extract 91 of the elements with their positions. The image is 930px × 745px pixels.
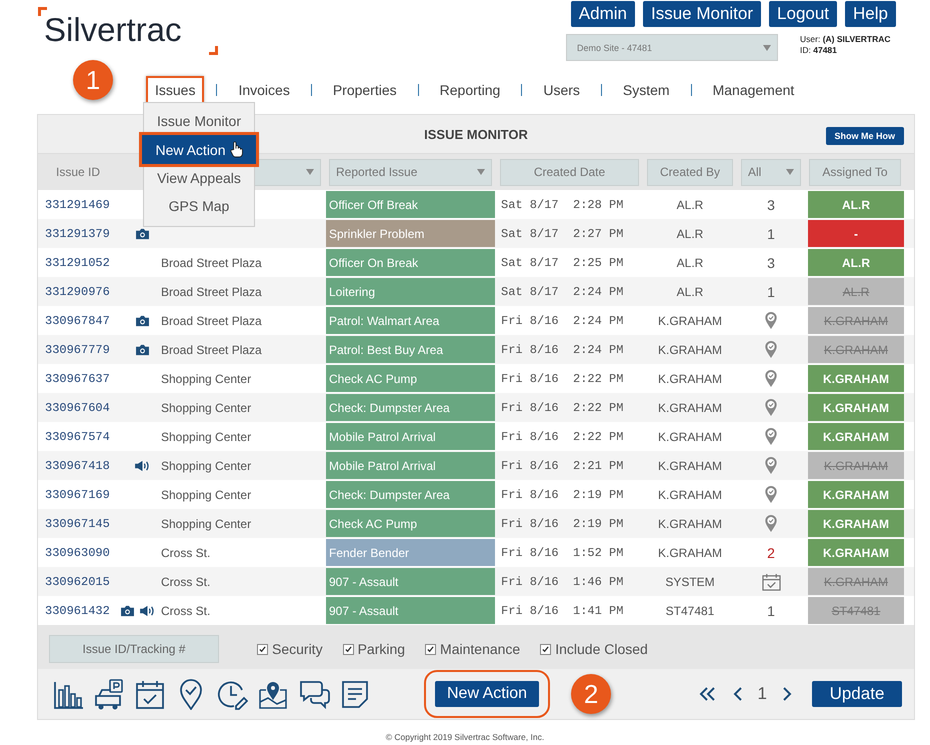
assignee-label: K.GRAHAM [808, 539, 904, 566]
created-by: K.GRAHAM [658, 546, 722, 560]
issue-type-label: Check: Dumpster Area [326, 481, 495, 508]
created-by: K.GRAHAM [658, 372, 722, 386]
created-date: Sat 8/17 2:24 PM [501, 284, 624, 298]
site-name: Cross St. [161, 574, 210, 588]
created-by: K.GRAHAM [658, 488, 722, 502]
assignee-label: AL.R [808, 249, 904, 276]
site-name: Shopping Center [161, 430, 252, 444]
user-name: User: (A) SILVERTRAC [800, 34, 892, 45]
site-name: Shopping Center [161, 458, 252, 472]
created-by: AL.R [676, 226, 704, 240]
assignee-label: - [808, 220, 904, 247]
created-by: K.GRAHAM [658, 516, 722, 530]
copyright-text: © Copyright 2019 Silvertrac Software, Inc. [384, 732, 546, 742]
site-name: Shopping Center [161, 400, 252, 414]
site-name: Broad Street Plaza [161, 256, 262, 270]
created-by: AL.R [676, 198, 704, 212]
count: 3 [767, 254, 775, 270]
assignee-label: K.GRAHAM [808, 568, 904, 595]
issue-type-label: Loitering [326, 278, 495, 305]
issue-type-label: 907 - Assault [326, 568, 495, 595]
assignee-label: K.GRAHAM [808, 336, 904, 363]
issue-type-label: Check: Dumpster Area [326, 394, 495, 421]
assignee-label: AL.R [808, 278, 904, 305]
issue-type-label: Mobile Patrol Arrival [326, 452, 495, 479]
created-by: K.GRAHAM [658, 314, 722, 328]
column-header: Issue ID [55, 165, 100, 179]
created-date: Fri 8/16 2:19 PM [501, 516, 624, 530]
created-by: AL.R [676, 284, 704, 298]
issue-type-label: Patrol: Best Buy Area [326, 336, 495, 363]
created-by: K.GRAHAM [658, 342, 722, 356]
checkbox-label: Parking [358, 641, 406, 657]
created-by: K.GRAHAM [658, 458, 722, 472]
site-name: Shopping Center [161, 516, 252, 530]
site-name: Shopping Center [161, 488, 252, 502]
count: 2 [767, 544, 775, 560]
count: 1 [767, 226, 775, 242]
issue-type-label: Officer On Break [326, 249, 495, 276]
assignee-label: K.GRAHAM [808, 510, 904, 537]
site-name: Broad Street Plaza [161, 314, 262, 328]
created-date: Fri 8/16 2:19 PM [501, 488, 624, 502]
checkbox-label: Security [272, 641, 323, 657]
created-date: Fri 8/16 1:41 PM [501, 604, 624, 618]
created-date: Sat 8/17 2:25 PM [501, 256, 624, 270]
issue-type-label: 907 - Assault [326, 597, 495, 624]
site-name: Broad Street Plaza [161, 342, 262, 356]
created-by: K.GRAHAM [658, 400, 722, 414]
step-marker: 2 [571, 674, 612, 714]
created-date: Fri 8/16 2:22 PM [501, 430, 624, 444]
assignee-label: K.GRAHAM [808, 481, 904, 508]
count: 1 [767, 602, 775, 618]
panel-title: ISSUE MONITOR [424, 126, 528, 142]
issue-type-label: Patrol: Walmart Area [326, 307, 495, 334]
created-date: Fri 8/16 1:46 PM [501, 574, 624, 588]
issue-type-label: Fender Bender [326, 539, 495, 566]
page-number: 1 [758, 684, 767, 704]
site-name: Cross St. [161, 546, 210, 560]
assignee-label: K.GRAHAM [808, 452, 904, 479]
created-by: SYSTEM [665, 574, 715, 588]
assignee-label: AL.R [808, 191, 904, 218]
site-name: Shopping Center [161, 372, 252, 386]
assignee-label: ST47481 [808, 597, 904, 624]
created-by: ST47481 [666, 604, 714, 618]
count: 1 [767, 284, 775, 300]
checkbox-label: Include Closed [555, 641, 648, 657]
step-marker: 1 [73, 60, 113, 100]
created-date: Fri 8/16 2:22 PM [501, 400, 624, 414]
created-date: Fri 8/16 2:24 PM [501, 314, 624, 328]
created-date: Sat 8/17 2:28 PM [501, 198, 624, 212]
assignee-label: K.GRAHAM [808, 365, 904, 392]
assignee-label: K.GRAHAM [808, 307, 904, 334]
created-by: AL.R [676, 256, 704, 270]
created-date: Fri 8/16 1:52 PM [501, 546, 624, 560]
created-date: Fri 8/16 2:21 PM [501, 458, 624, 472]
created-date: Sat 8/17 2:27 PM [501, 226, 624, 240]
assignee-label: K.GRAHAM [808, 423, 904, 450]
site-name: Broad Street Plaza [161, 284, 262, 298]
created-date: Fri 8/16 2:22 PM [501, 372, 624, 386]
created-by: K.GRAHAM [658, 430, 722, 444]
count: 3 [767, 196, 775, 212]
checkbox-label: Maintenance [440, 641, 520, 657]
site-name: Cross St. [161, 604, 210, 618]
issue-type-label: Mobile Patrol Arrival [326, 423, 495, 450]
issue-type-label: Officer Off Break [326, 191, 495, 218]
issue-type-label: Check AC Pump [326, 365, 495, 392]
assignee-label: K.GRAHAM [808, 394, 904, 421]
created-date: Fri 8/16 2:24 PM [501, 342, 624, 356]
issue-type-label: Check AC Pump [326, 510, 495, 537]
issue-type-label: Sprinkler Problem [326, 220, 495, 247]
user-id: ID: 47481 [800, 45, 838, 56]
